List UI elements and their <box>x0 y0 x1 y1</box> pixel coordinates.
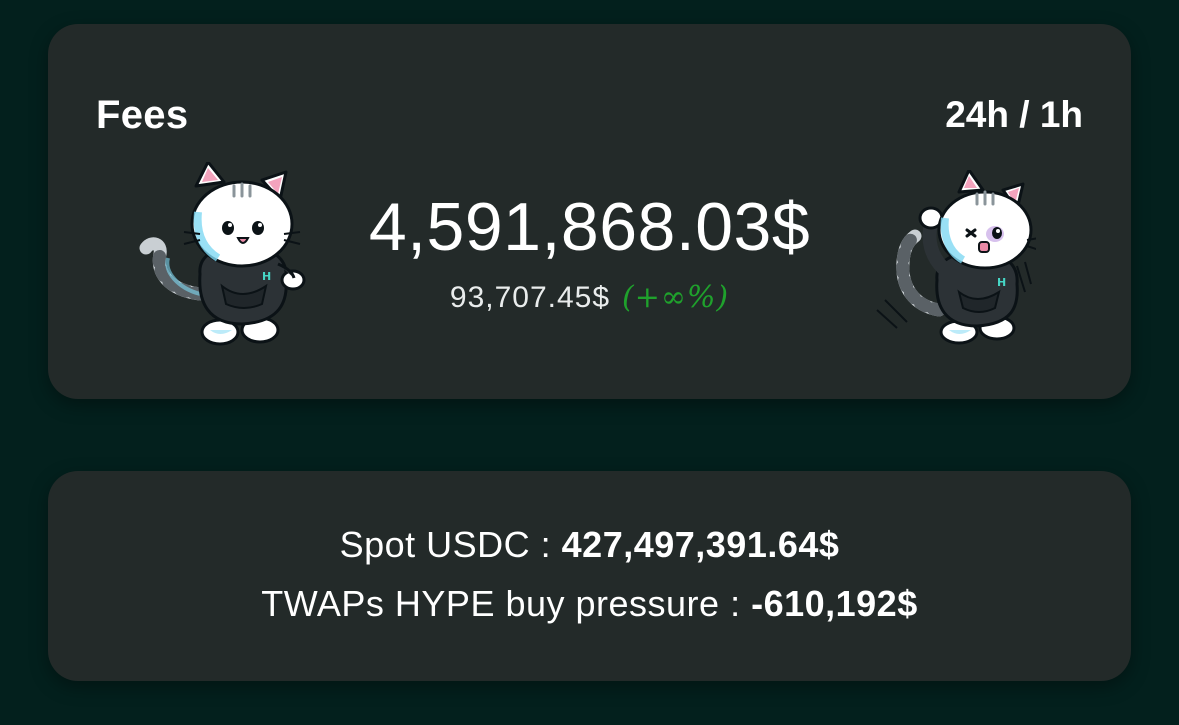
cat-mascot-right-icon: H <box>876 170 1036 345</box>
fees-period-value: 93,707.45$ <box>449 281 611 314</box>
twaps-row: TWAPs HYPE buy pressure : -610,192$ <box>48 582 1131 626</box>
stats-card: Spot USDC : 427,497,391.64$ TWAPs HYPE b… <box>48 471 1131 681</box>
fees-title: Fees <box>96 93 189 137</box>
twaps-label: TWAPs HYPE buy pressure : <box>261 583 752 624</box>
spot-usdc-label: Spot USDC : <box>339 524 562 565</box>
spot-usdc-value: 427,497,391.64$ <box>561 524 840 565</box>
fees-card: Fees 24h / 1h H 4,591,868.03$ 93,707.45$… <box>48 24 1131 399</box>
twaps-value: -610,192$ <box>751 583 918 624</box>
period-toggle-button[interactable]: 24h / 1h <box>945 92 1083 138</box>
fees-period-change: (+∞%) <box>622 280 730 315</box>
svg-text:H: H <box>997 276 1006 289</box>
spot-usdc-row: Spot USDC : 427,497,391.64$ <box>48 523 1131 567</box>
